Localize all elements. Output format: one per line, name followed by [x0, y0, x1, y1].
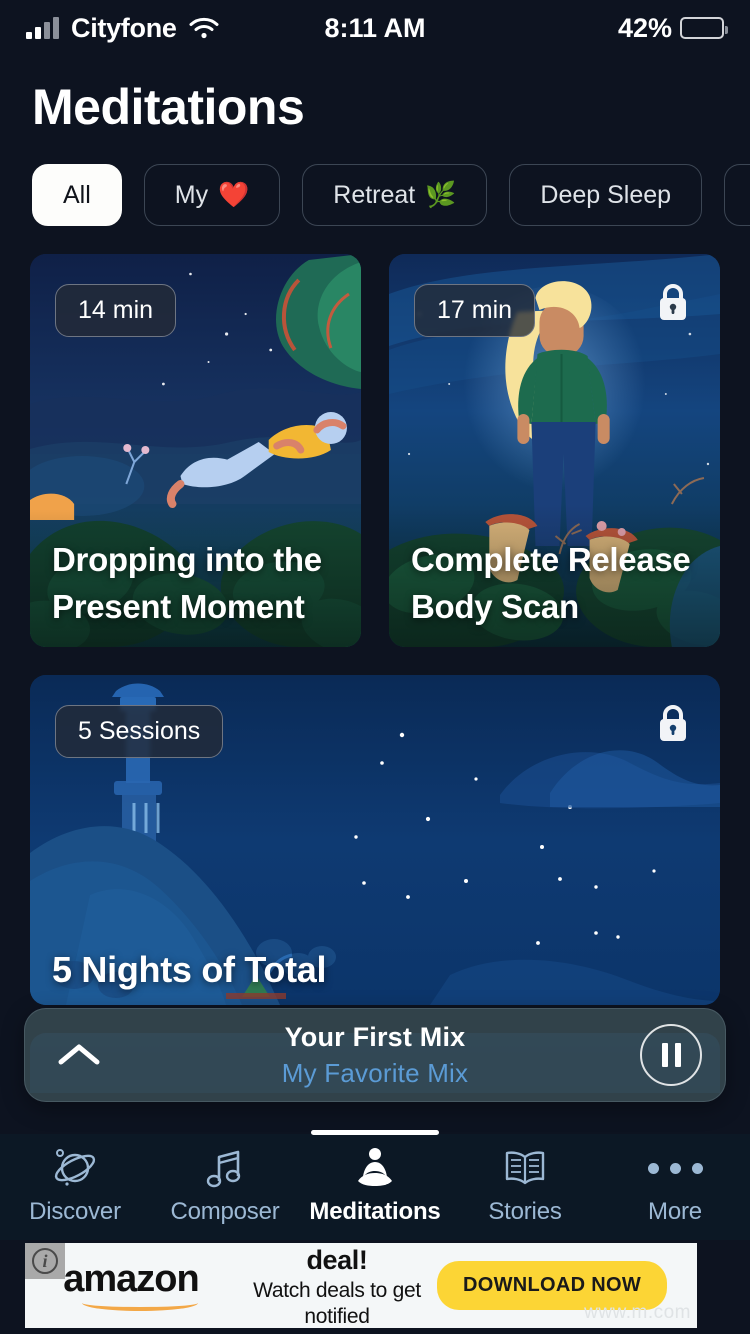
card-title: 5 Nights of Total [52, 948, 327, 990]
heart-icon: ❤️ [218, 180, 250, 209]
sessions-badge: 5 Sessions [55, 705, 224, 758]
meditation-list: 14 min Dropping into the Present Moment [0, 226, 750, 1093]
bottom-tab-bar[interactable]: Discover Composer Meditations Stories Mo… [0, 1130, 750, 1240]
player-track-subtitle: My Favorite Mix [281, 1057, 469, 1088]
ad-brand-label: amazon [63, 1258, 199, 1300]
filter-chip-label: Deep Sleep [540, 180, 672, 209]
tab-more[interactable]: More [600, 1134, 750, 1226]
meditation-card[interactable]: 17 min Complete Release Body Scan [389, 254, 720, 647]
battery-icon [680, 17, 728, 39]
expand-player-button[interactable] [25, 1040, 133, 1070]
three-dots-icon [647, 1144, 703, 1192]
duration-badge: 17 min [414, 284, 536, 337]
active-tab-indicator [311, 1130, 439, 1135]
amazon-smile-icon [82, 1295, 198, 1311]
open-book-icon [502, 1144, 548, 1192]
meditation-card-row: 5 Sessions 5 Nights of Total [0, 647, 750, 1005]
tab-label: Stories [488, 1198, 562, 1225]
filter-chip-row[interactable]: All My ❤️ Retreat 🌿 Deep Sleep S [0, 136, 750, 226]
card-title: Dropping into the Present Moment [52, 541, 322, 626]
filter-chip-my[interactable]: My ❤️ [143, 164, 281, 226]
tab-label: More [648, 1198, 702, 1225]
ad-subline-1: Watch deals to get notified [253, 1279, 421, 1328]
player-track-info: Your First Mix My Favorite Mix [133, 1022, 617, 1089]
filter-chip-label: My [174, 180, 209, 209]
ad-brand-logo: amazon [25, 1254, 237, 1317]
filter-chip-retreat[interactable]: Retreat 🌿 [302, 164, 488, 226]
ad-watermark: www.m.com [584, 1302, 691, 1323]
tab-meditations[interactable]: Meditations [300, 1130, 450, 1226]
filter-chip-partial[interactable]: S [724, 164, 750, 226]
meditation-card[interactable]: 14 min Dropping into the Present Moment [30, 254, 361, 647]
filter-chip-all[interactable]: All [32, 164, 122, 226]
status-bar: Cityfone 8:11 AM 42% [0, 0, 750, 56]
page-title: Meditations [32, 79, 305, 135]
meditation-card[interactable]: 5 Sessions 5 Nights of Total [30, 675, 720, 1005]
music-note-icon [202, 1144, 248, 1192]
battery-percent-label: 42% [617, 12, 672, 43]
filter-chip-label: All [63, 180, 91, 209]
duration-badge: 14 min [55, 284, 177, 337]
ad-copy: Never miss a deal! Watch deals to get no… [237, 1243, 437, 1328]
meditating-person-icon [352, 1144, 398, 1192]
tab-discover[interactable]: Discover [0, 1134, 150, 1226]
lock-icon [656, 282, 690, 327]
herb-icon: 🌿 [425, 180, 457, 209]
tab-label: Discover [29, 1198, 121, 1225]
status-bar-right: 42% [617, 12, 728, 44]
pause-icon [640, 1024, 702, 1086]
filter-chip-label: Retreat [333, 180, 416, 209]
chevron-up-icon [58, 1044, 100, 1065]
filter-chip-deep-sleep[interactable]: Deep Sleep [509, 164, 703, 226]
ad-headline: Never miss a deal! [256, 1243, 418, 1276]
planet-icon [52, 1144, 98, 1192]
ad-banner[interactable]: i amazon Never miss a deal! Watch deals … [25, 1243, 697, 1328]
pause-button[interactable] [617, 1024, 725, 1086]
player-track-title: Your First Mix [284, 1021, 466, 1052]
card-title: Complete Release Body Scan [411, 541, 691, 626]
tab-label: Composer [170, 1198, 280, 1225]
tab-composer[interactable]: Composer [150, 1134, 300, 1226]
mini-player[interactable]: Your First Mix My Favorite Mix [24, 1008, 726, 1102]
meditation-card-row: 14 min Dropping into the Present Moment [0, 254, 750, 647]
tab-label: Meditations [309, 1198, 441, 1225]
tab-stories[interactable]: Stories [450, 1134, 600, 1226]
lock-icon [656, 703, 690, 748]
